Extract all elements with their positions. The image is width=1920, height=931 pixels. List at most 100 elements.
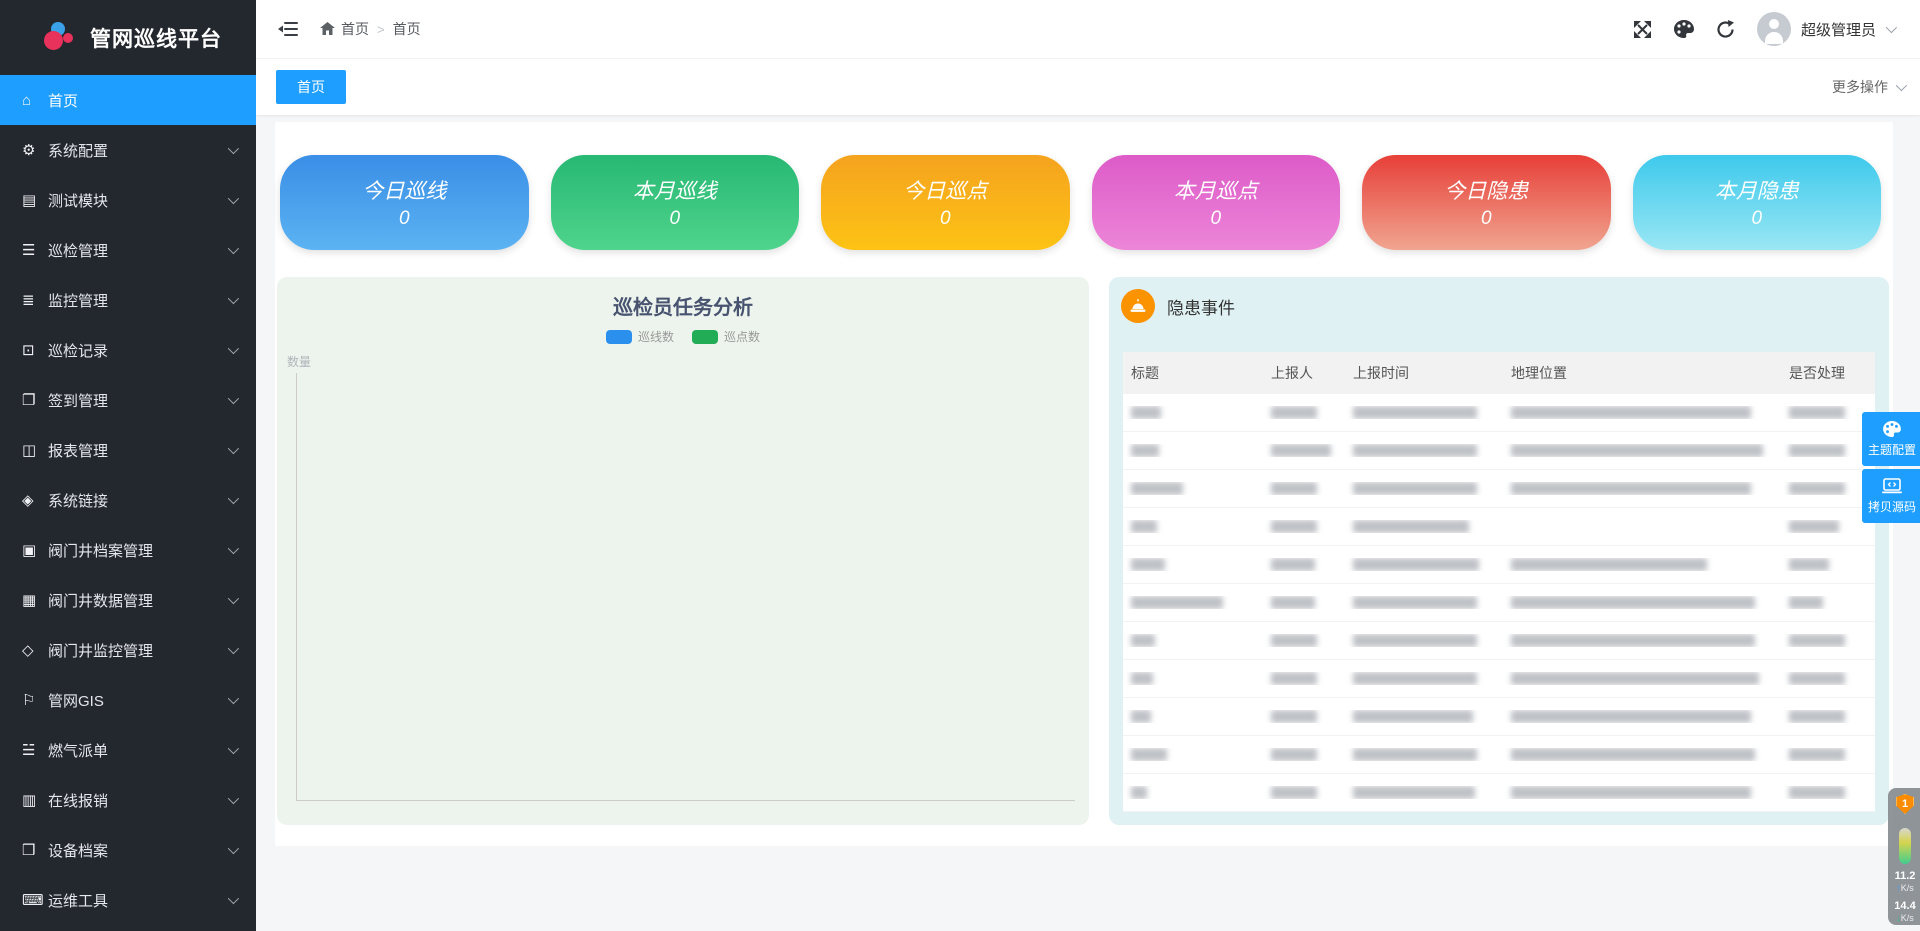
sidebar-item[interactable]: ☱燃气派单 [0,725,256,775]
redacted-text-block [1511,406,1751,419]
redacted-text-block [1789,444,1845,457]
sidebar-item-label: 燃气派单 [48,740,228,761]
incident-table-row[interactable] [1123,736,1875,774]
column-header: 上报人 [1263,363,1345,383]
user-menu[interactable]: 超级管理员 [1757,12,1894,46]
sidebar-item-label: 系统链接 [48,490,228,511]
sidebar-item[interactable]: ▣阀门井档案管理 [0,525,256,575]
chevron-down-icon [228,143,239,154]
copy-source-button[interactable]: 拷贝源码 [1862,469,1920,523]
sidebar-item[interactable]: ▤测试模块 [0,175,256,225]
more-operations-dropdown[interactable]: 更多操作 [1832,77,1904,97]
redacted-text-block [1789,482,1845,495]
map-icon: ⚐ [22,691,48,709]
theme-config-button[interactable]: 主题配置 [1862,412,1920,466]
redacted-text-block [1131,406,1161,419]
breadcrumb-home[interactable]: 首页 [320,19,369,39]
sidebar-item[interactable]: ❐签到管理 [0,375,256,425]
incident-table-row[interactable] [1123,432,1875,470]
sidebar-item[interactable]: ◇阀门井监控管理 [0,625,256,675]
incident-table-row[interactable] [1123,622,1875,660]
column-header: 上报时间 [1345,363,1503,383]
incident-panel-title: 隐患事件 [1167,294,1235,319]
grid-icon: ▦ [22,591,48,609]
sidebar-item[interactable]: ⚐管网GIS [0,675,256,725]
chevron-down-icon [228,543,239,554]
incident-cell-redacted [1123,596,1263,609]
redacted-text-block [1271,596,1315,609]
sidebar-item[interactable]: ▥在线报销 [0,775,256,825]
sidebar-item[interactable]: ☰巡检管理 [0,225,256,275]
chart-title: 巡检员任务分析 [277,277,1089,320]
palette-icon[interactable] [1674,20,1694,38]
redacted-text-block [1131,672,1153,685]
legend-item[interactable]: 巡线数 [606,328,674,345]
redacted-text-block [1131,634,1155,647]
incident-table-row[interactable] [1123,470,1875,508]
fullscreen-icon[interactable] [1633,20,1652,39]
legend-item[interactable]: 巡点数 [692,328,760,345]
redacted-text-block [1511,786,1751,799]
redacted-text-block [1271,406,1317,419]
inspector-task-chart-panel: 巡检员任务分析 巡线数巡点数 数量 [277,277,1089,825]
incident-table-row[interactable] [1123,698,1875,736]
tab-home[interactable]: 首页 [276,70,346,104]
incident-cell-redacted [1123,482,1263,495]
refresh-icon[interactable] [1716,20,1735,39]
incident-cell-redacted [1781,520,1875,533]
incident-cell-redacted [1503,634,1781,647]
sidebar-item[interactable]: ❒设备档案 [0,825,256,875]
sidebar-fold-icon[interactable] [278,21,298,37]
redacted-text-block [1353,634,1477,647]
stat-card-label: 本月巡线 [633,175,717,205]
redacted-text-block [1353,748,1477,761]
sidebar-item[interactable]: ◈系统链接 [0,475,256,525]
sidebar-item-label: 报表管理 [48,440,228,461]
redacted-text-block [1789,672,1845,685]
redacted-text-block [1353,710,1473,723]
stat-card: 今日巡点0 [821,155,1070,250]
logo-text: 管网巡线平台 [90,23,222,53]
incident-cell-redacted [1781,482,1875,495]
redacted-text-block [1511,634,1755,647]
incident-panel-header: 隐患事件 [1109,277,1889,323]
incident-cell-redacted [1123,406,1263,419]
sidebar-item-label: 在线报销 [48,790,228,811]
incident-cell-redacted [1345,558,1503,571]
dashboard-card: 今日巡线0本月巡线0今日巡点0本月巡点0今日隐患0本月隐患0 巡检员任务分析 巡… [275,122,1893,846]
net-speed-widget[interactable]: 1 11.2 ↑K/s 14.4 ↓K/s [1888,788,1920,925]
box-icon: ◇ [22,641,48,659]
incident-cell-redacted [1345,596,1503,609]
incident-panel: 隐患事件 标题上报人上报时间地理位置是否处理 [1109,277,1889,825]
incident-cell-redacted [1345,710,1503,723]
incident-table-row[interactable] [1123,394,1875,432]
redacted-text-block [1131,786,1147,799]
more-operations-label: 更多操作 [1832,77,1888,97]
sidebar-item-label: 系统配置 [48,140,228,161]
redacted-text-block [1353,672,1477,685]
clipboard-icon: ▣ [22,541,48,559]
redacted-text-block [1789,710,1845,723]
user-name: 超级管理员 [1801,19,1876,40]
chevron-down-icon [228,193,239,204]
sidebar-item[interactable]: ⌨运维工具 [0,875,256,925]
palette-icon [1883,421,1901,437]
incident-table-row[interactable] [1123,774,1875,812]
redacted-text-block [1511,444,1763,457]
sidebar-item[interactable]: ◫报表管理 [0,425,256,475]
incident-cell-redacted [1123,444,1263,457]
sidebar-item[interactable]: ≣监控管理 [0,275,256,325]
sidebar-item[interactable]: ⊡巡检记录 [0,325,256,375]
sidebar-item[interactable]: ⚙系统配置 [0,125,256,175]
incident-table-row[interactable] [1123,546,1875,584]
redacted-text-block [1271,710,1317,723]
sidebar-item[interactable]: ⌂首页 [0,75,256,125]
sidebar-item[interactable]: ▦阀门井数据管理 [0,575,256,625]
incident-table-row[interactable] [1123,584,1875,622]
stat-card: 今日隐患0 [1362,155,1611,250]
incident-table-row[interactable] [1123,508,1875,546]
redacted-text-block [1353,520,1469,533]
incident-cell-redacted [1781,406,1875,419]
incident-table-row[interactable] [1123,660,1875,698]
sidebar-item-label: 首页 [48,90,236,111]
